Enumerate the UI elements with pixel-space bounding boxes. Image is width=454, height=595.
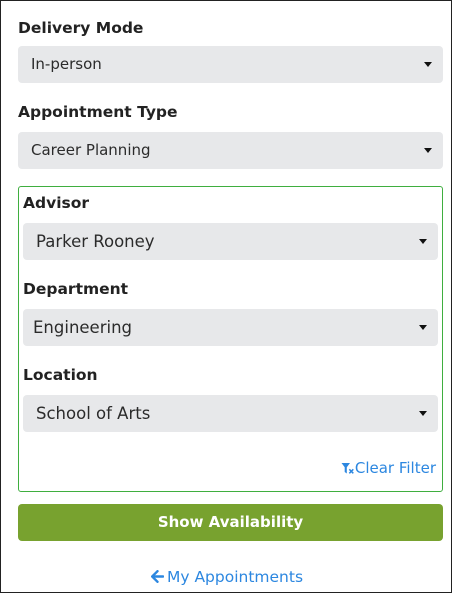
department-select[interactable]: Engineering (23, 309, 438, 346)
location-select[interactable]: School of Arts (23, 395, 438, 432)
appointment-type-value: Career Planning (31, 141, 151, 159)
delivery-mode-label: Delivery Mode (18, 19, 144, 37)
chevron-down-icon (419, 325, 427, 330)
location-value: School of Arts (36, 404, 151, 423)
chevron-down-icon (424, 148, 432, 153)
my-appointments-label: My Appointments (166, 568, 304, 586)
delivery-mode-select[interactable]: In-person (18, 46, 443, 83)
chevron-down-icon (424, 62, 432, 67)
appointment-type-select[interactable]: Career Planning (18, 132, 443, 169)
advisor-label: Advisor (23, 194, 90, 212)
location-label: Location (23, 366, 98, 384)
department-label: Department (23, 280, 129, 298)
clear-filter-label: Clear Filter (354, 459, 436, 477)
chevron-down-icon (419, 239, 427, 244)
clear-filter-link[interactable]: Clear Filter (341, 458, 436, 478)
filter-clear-icon (341, 463, 354, 474)
chevron-down-icon (419, 411, 427, 416)
advisor-select[interactable]: Parker Rooney (23, 223, 438, 260)
department-value: Engineering (33, 318, 132, 337)
arrow-left-icon (150, 570, 165, 583)
advisor-value: Parker Rooney (36, 232, 155, 251)
my-appointments-link[interactable]: My Appointments (0, 567, 454, 587)
delivery-mode-value: In-person (31, 55, 102, 73)
appointment-type-label: Appointment Type (18, 103, 178, 121)
show-availability-button[interactable]: Show Availability (18, 504, 443, 541)
